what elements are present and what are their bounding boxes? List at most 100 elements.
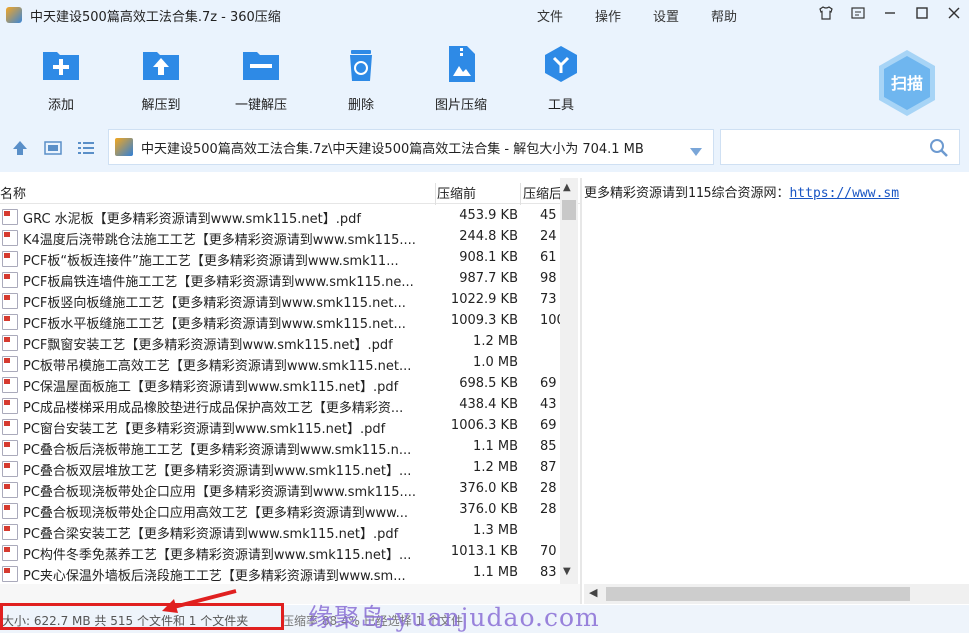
table-row[interactable]: PCF板“板板连接件”施工工艺【更多精彩资源请到www.smk11... 908.… [0, 248, 560, 269]
file-size: 908.1 KB [459, 250, 518, 265]
file-name: PC成品楼梯采用成品橡胶垫进行成品保护高效工艺【更多精彩资... [23, 401, 404, 416]
quick-extract-icon [241, 44, 281, 84]
delete-button[interactable]: 删除 [321, 44, 401, 113]
search-input[interactable] [721, 130, 921, 164]
file-packed-size: 45 [540, 208, 557, 223]
table-row[interactable]: PC叠合板现浇板带处企口应用高效工艺【更多精彩资源请到www... 376.0 K… [0, 500, 560, 521]
scroll-down-icon[interactable]: ▼ [563, 566, 571, 577]
maximize-button[interactable] [913, 4, 931, 22]
file-size: 987.7 KB [459, 271, 518, 286]
column-name[interactable]: 名称 [0, 183, 26, 202]
file-name: PC夹心保温外墙板后浇段施工工艺【更多精彩资源请到www.sm... [23, 569, 406, 584]
menu-settings[interactable]: 设置 [653, 6, 679, 25]
scan-label: 扫描 [891, 74, 923, 93]
file-name: PC叠合板现浇板带处企口应用高效工艺【更多精彩资源请到www... [23, 506, 409, 521]
pdf-file-icon [2, 314, 18, 330]
extract-to-icon [141, 44, 181, 84]
preview-text: 更多精彩资源请到115综合资源网： [584, 186, 790, 201]
file-packed-size: 70 [540, 544, 557, 559]
extract-to-button[interactable]: 解压到 [121, 44, 201, 113]
archive-icon [115, 138, 133, 156]
column-packed[interactable]: 压缩后 [523, 183, 560, 202]
table-row[interactable]: PC叠合板双层堆放工艺【更多精彩资源请到www.smk115.net】... 1.… [0, 458, 560, 479]
scroll-up-icon[interactable]: ▲ [563, 182, 571, 193]
up-arrow-icon[interactable] [10, 138, 30, 158]
path-combobox[interactable]: 中天建设500篇高效工法合集.7z\中天建设500篇高效工法合集 - 解包大小为… [108, 129, 714, 165]
search-icon[interactable] [929, 138, 949, 162]
list-view-icon[interactable] [76, 138, 96, 158]
preview-hscrollbar[interactable]: ◀ [584, 584, 969, 604]
hscrollbar-thumb[interactable] [606, 587, 910, 601]
file-name: K4温度后浇带跳仓法施工工艺【更多精彩资源请到www.smk115.... [23, 233, 416, 248]
annotation-arrow-icon [162, 589, 237, 613]
table-row[interactable]: PCF飘窗安装工艺【更多精彩资源请到www.smk115.net】.pdf 1.2… [0, 332, 560, 353]
quick-extract-button[interactable]: 一键解压 [221, 44, 301, 113]
pdf-file-icon [2, 230, 18, 246]
pdf-file-icon [2, 419, 18, 435]
file-name: PCF板“板板连接件”施工工艺【更多精彩资源请到www.smk11... [23, 254, 399, 269]
table-row[interactable]: PC叠合梁安装工艺【更多精彩资源请到www.smk115.net】.pdf 1.3… [0, 521, 560, 542]
table-row[interactable]: PC叠合板后浇板带施工工艺【更多精彩资源请到www.smk115.n... 1.1… [0, 437, 560, 458]
table-row[interactable]: PC板带吊模施工高效工艺【更多精彩资源请到www.smk115.net... 1.… [0, 353, 560, 374]
table-row[interactable]: PC窗台安装工艺【更多精彩资源请到www.smk115.net】.pdf 1006… [0, 416, 560, 437]
file-size: 698.5 KB [459, 376, 518, 391]
file-packed-size: 69 [540, 376, 557, 391]
chevron-down-icon[interactable] [689, 142, 703, 161]
scan-button[interactable]: 扫描 [876, 48, 938, 118]
file-size: 1022.9 KB [450, 292, 518, 307]
pdf-file-icon [2, 482, 18, 498]
table-row[interactable]: PC构件冬季免蒸养工艺【更多精彩资源请到www.smk115.net】... 10… [0, 542, 560, 563]
thumbnail-view-icon[interactable] [43, 138, 63, 158]
preview-pane: 更多精彩资源请到115综合资源网：https://www.sm [584, 178, 969, 582]
pdf-file-icon [2, 251, 18, 267]
menu-file[interactable]: 文件 [537, 6, 563, 25]
table-row[interactable]: PCF板水平板缝施工工艺【更多精彩资源请到www.smk115.net... 10… [0, 311, 560, 332]
image-compress-button[interactable]: 图片压缩 [421, 44, 501, 113]
pane-splitter[interactable] [580, 178, 582, 604]
table-row[interactable]: PC成品楼梯采用成品橡胶垫进行成品保护高效工艺【更多精彩资... 438.4 KB… [0, 395, 560, 416]
table-row[interactable]: PC叠合板现浇板带处企口应用【更多精彩资源请到www.smk115.... 376… [0, 479, 560, 500]
file-name: PC叠合板现浇板带处企口应用【更多精彩资源请到www.smk115.... [23, 485, 417, 500]
search-box [720, 129, 960, 165]
file-list: GRC 水泥板【更多精彩资源请到www.smk115.net】.pdf 453.9… [0, 206, 560, 584]
pdf-file-icon [2, 293, 18, 309]
feedback-icon[interactable] [849, 4, 867, 22]
file-size: 453.9 KB [459, 208, 518, 223]
table-row[interactable]: PCF板扁铁连墙件施工工艺【更多精彩资源请到www.smk115.ne... 98… [0, 269, 560, 290]
skin-icon[interactable] [817, 4, 835, 22]
preview-link[interactable]: https://www.sm [789, 186, 899, 201]
pdf-file-icon [2, 209, 18, 225]
file-name: PC窗台安装工艺【更多精彩资源请到www.smk115.net】.pdf [23, 422, 386, 437]
file-name: GRC 水泥板【更多精彩资源请到www.smk115.net】.pdf [23, 212, 361, 227]
file-packed-size: 43 [540, 397, 557, 412]
archive-path: 中天建设500篇高效工法合集.7z\中天建设500篇高效工法合集 - 解包大小为… [141, 141, 644, 157]
scrollbar-thumb[interactable] [562, 200, 576, 220]
file-packed-size: 83 [540, 565, 557, 580]
file-packed-size: 28 [540, 502, 557, 517]
close-button[interactable] [945, 4, 963, 22]
file-list-scrollbar[interactable]: ▲ ▼ [560, 178, 578, 584]
menu-help[interactable]: 帮助 [711, 6, 737, 25]
table-row[interactable]: PCF板竖向板缝施工工艺【更多精彩资源请到www.smk115.net... 10… [0, 290, 560, 311]
pdf-file-icon [2, 524, 18, 540]
file-name: PC叠合板双层堆放工艺【更多精彩资源请到www.smk115.net】... [23, 464, 412, 479]
tools-button[interactable]: 工具 [521, 44, 601, 113]
add-button[interactable]: 添加 [21, 44, 101, 113]
table-row[interactable]: PC夹心保温外墙板后浇段施工工艺【更多精彩资源请到www.sm... 1.1 MB… [0, 563, 560, 584]
window-controls [817, 4, 963, 22]
menu-bar: 文件 操作 设置 帮助 [537, 0, 769, 30]
file-name: PCF板水平板缝施工工艺【更多精彩资源请到www.smk115.net... [23, 317, 406, 332]
image-compress-icon [441, 44, 481, 84]
file-packed-size: 61 [540, 250, 557, 265]
column-size[interactable]: 压缩前 [437, 183, 476, 202]
table-row[interactable]: K4温度后浇带跳仓法施工工艺【更多精彩资源请到www.smk115.... 244… [0, 227, 560, 248]
file-name: PC保温屋面板施工【更多精彩资源请到www.smk115.net】.pdf [23, 380, 399, 395]
file-size: 1013.1 KB [450, 544, 518, 559]
minimize-button[interactable] [881, 4, 899, 22]
table-row[interactable]: PC保温屋面板施工【更多精彩资源请到www.smk115.net】.pdf 698… [0, 374, 560, 395]
file-size: 1.1 MB [473, 439, 518, 454]
menu-operate[interactable]: 操作 [595, 6, 621, 25]
table-row[interactable]: GRC 水泥板【更多精彩资源请到www.smk115.net】.pdf 453.9… [0, 206, 560, 227]
file-name: PCF板竖向板缝施工工艺【更多精彩资源请到www.smk115.net... [23, 296, 406, 311]
file-name: PC叠合板后浇板带施工工艺【更多精彩资源请到www.smk115.n... [23, 443, 412, 458]
